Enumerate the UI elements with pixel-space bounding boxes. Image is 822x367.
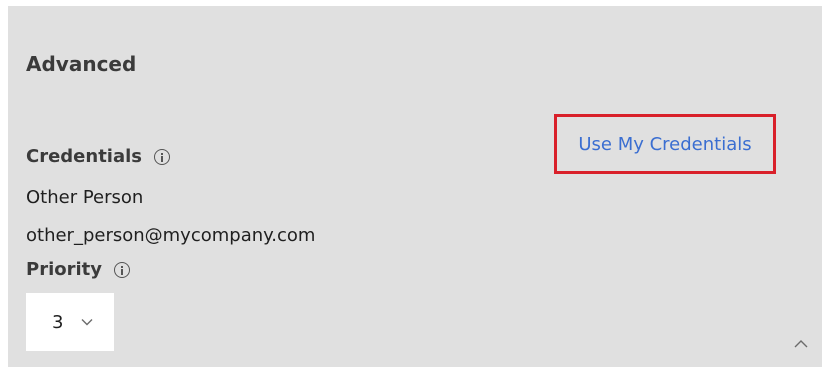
- credential-person-name: Other Person: [26, 187, 144, 208]
- priority-label: Priority: [26, 259, 102, 280]
- priority-label-row: Priority: [26, 259, 130, 280]
- priority-dropdown[interactable]: 3: [26, 293, 114, 351]
- credentials-info-icon[interactable]: [154, 148, 171, 165]
- credential-person-email: other_person@mycompany.com: [26, 225, 316, 246]
- use-my-credentials-label: Use My Credentials: [578, 133, 752, 155]
- priority-selected-value: 3: [52, 311, 64, 333]
- credentials-label-row: Credentials: [26, 146, 171, 167]
- priority-info-icon[interactable]: [114, 261, 130, 278]
- chevron-up-icon[interactable]: [794, 339, 808, 349]
- chevron-down-icon: [81, 319, 93, 326]
- credentials-label: Credentials: [26, 146, 143, 167]
- advanced-panel: Advanced Credentials Other Person other_…: [8, 6, 822, 367]
- use-my-credentials-link[interactable]: Use My Credentials: [554, 114, 776, 174]
- section-title: Advanced: [26, 52, 137, 76]
